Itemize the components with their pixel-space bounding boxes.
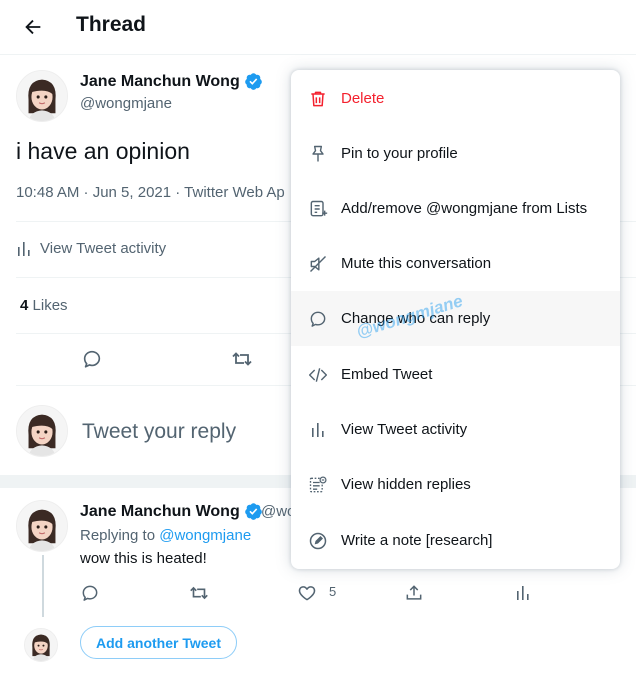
menu-item-hidden-replies[interactable]: View hidden replies [291,457,620,512]
tweet-text: i have an opinion [16,138,190,164]
memoji-avatar-image [17,501,67,551]
likes-number: 4 [20,297,29,314]
view-tweet-activity-link[interactable]: View Tweet activity [16,240,166,257]
reply-tweet-text: wow this is heated! [80,550,207,567]
reply-author-name-text[interactable]: Jane Manchun Wong [80,503,240,521]
menu-item-label: Add/remove @wongmjane from Lists [341,200,588,217]
replying-to: Replying to @wongmjane [80,527,251,544]
back-button[interactable] [20,14,46,40]
trash-icon [308,89,328,109]
avatar[interactable] [16,405,68,457]
menu-item-label: Embed Tweet [341,366,433,383]
menu-item-write-note[interactable]: Write a note [research] [291,513,620,568]
bar-chart-icon [308,420,328,440]
memoji-avatar-image [25,629,57,661]
bar-chart-icon[interactable] [511,581,535,605]
retweet-icon[interactable] [187,581,211,605]
menu-item-lists[interactable]: Add/remove @wongmjane from Lists [291,181,620,236]
likes-label: Likes [32,297,68,314]
reply-author-name[interactable]: Jane Manchun Wong [80,502,263,521]
reply-like-count: 5 [329,584,337,599]
replying-prefix: Replying to [80,527,156,544]
author-name[interactable]: Jane Manchun Wong [80,72,263,91]
avatar[interactable] [24,628,58,662]
menu-item-delete[interactable]: Delete [291,71,620,126]
speech-bubble-icon [308,309,328,329]
divider [0,54,636,55]
menu-item-label: Pin to your profile [341,145,458,162]
author-name-text[interactable]: Jane Manchun Wong [80,73,240,91]
menu-item-view-activity[interactable]: View Tweet activity [291,402,620,457]
activity-label: View Tweet activity [40,240,167,257]
thread-connector-line [42,555,44,617]
menu-item-mute[interactable]: Mute this conversation [291,236,620,291]
arrow-left-icon [25,19,41,35]
avatar[interactable] [16,500,68,552]
menu-item-label: Delete [341,90,385,107]
code-icon [308,365,328,385]
reply-icon[interactable] [78,581,102,605]
likes-count[interactable]: 4 Likes [20,297,68,314]
page-title: Thread [76,13,147,36]
list-icon [308,199,328,219]
hidden-replies-icon [308,475,328,495]
menu-item-pin[interactable]: Pin to your profile [291,126,620,181]
avatar[interactable] [16,70,68,122]
like-heart-icon[interactable] [295,581,319,605]
verified-badge-icon [244,502,263,521]
tweet-options-menu: Delete Pin to your profile Add/remove @w… [291,70,620,569]
verified-badge-icon [244,72,263,91]
menu-item-label: Change who can reply [341,310,491,327]
memoji-avatar-image [17,406,67,456]
menu-item-label: View hidden replies [341,476,471,493]
replying-to-link[interactable]: @wongmjane [159,527,251,544]
add-another-tweet-button[interactable]: Add another Tweet [80,626,237,659]
thread-header: Thread [0,0,636,54]
menu-item-embed[interactable]: Embed Tweet [291,347,620,402]
retweet-icon[interactable] [230,347,254,371]
note-icon [308,531,328,551]
bar-chart-icon [18,241,30,256]
tweet-meta[interactable]: 10:48 AM · Jun 5, 2021 · Twitter Web Ap [16,184,285,201]
mute-icon [308,254,328,274]
menu-item-label: Mute this conversation [341,255,492,272]
reply-icon[interactable] [80,347,104,371]
author-handle[interactable]: @wongmjane [80,95,172,112]
memoji-avatar-image [17,71,67,121]
menu-item-label: View Tweet activity [341,421,468,438]
reply-input[interactable]: Tweet your reply [82,420,236,444]
pin-icon [308,144,328,164]
menu-item-label: Write a note [research] [341,532,493,549]
menu-item-change-who-can-reply[interactable]: Change who can reply [291,291,620,346]
share-icon[interactable] [402,581,426,605]
